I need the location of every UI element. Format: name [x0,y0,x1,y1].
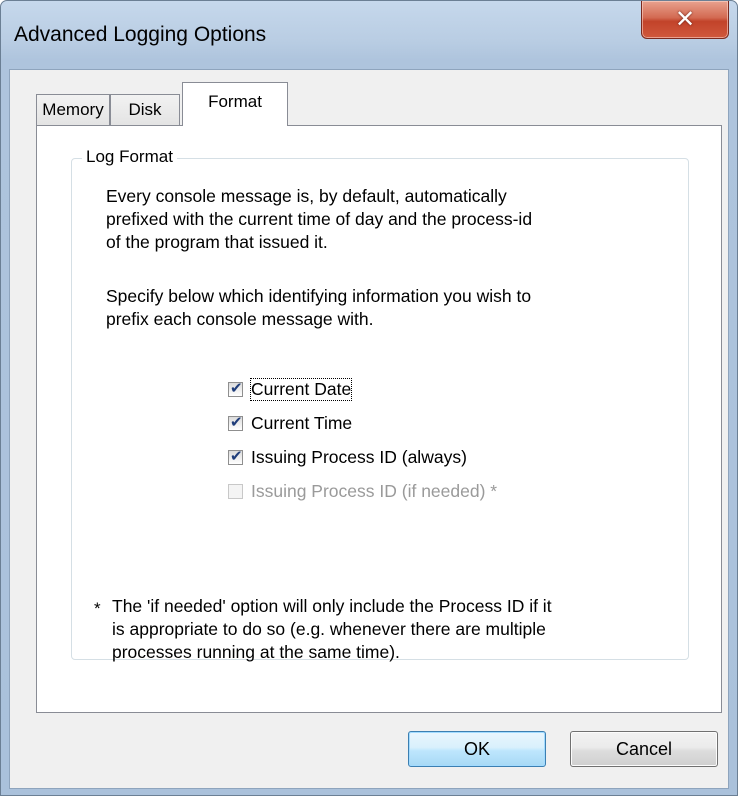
checkmark-icon: ✔ [230,378,243,397]
checkbox-box[interactable]: ✔ [228,412,243,431]
footnote-text: The 'if needed' option will only include… [112,596,552,662]
description-paragraph: Every console message is, by default, au… [106,186,533,252]
tab-format[interactable]: Format [182,82,288,126]
checkmark-icon: ✔ [230,412,243,431]
checkbox-box[interactable] [228,483,243,499]
log-format-group: Log Format Every console message is, by … [71,147,689,662]
close-icon: ✕ [674,5,696,33]
checkbox-label: Issuing Process ID (if needed) * [251,480,498,501]
dialog-window: Advanced Logging Options ✕ Memory Disk F… [0,0,738,796]
group-title: Log Format [82,147,177,167]
checkbox-box[interactable]: ✔ [228,378,243,397]
checkmark-icon: ✔ [230,446,243,465]
checkbox-current-date[interactable]: ✔ Current Date [228,377,353,401]
ok-button[interactable]: OK [408,731,546,767]
dialog-body: Memory Disk Format Log Format Every cons… [9,69,729,789]
checkbox-label: Current Time [251,412,353,433]
footnote-asterisk: * [94,599,101,618]
tab-memory[interactable]: Memory [36,94,110,126]
checkbox-box[interactable]: ✔ [228,446,243,465]
close-button[interactable]: ✕ [641,1,729,39]
cancel-button[interactable]: Cancel [570,731,718,767]
tab-panel-format: Log Format Every console message is, by … [36,125,722,713]
checkbox-current-time[interactable]: ✔ Current Time [228,411,352,435]
window-title: Advanced Logging Options [14,23,267,46]
checkbox-process-id-if-needed[interactable]: Issuing Process ID (if needed) * [228,479,497,503]
checkbox-label: Issuing Process ID (always) [251,446,467,467]
instruction-paragraph: Specify below which identifying informat… [106,286,532,329]
checkbox-label: Current Date [249,377,353,401]
title-bar[interactable]: Advanced Logging Options ✕ [1,1,737,69]
checkbox-process-id-always[interactable]: ✔ Issuing Process ID (always) [228,445,467,469]
tab-disk[interactable]: Disk [110,94,180,126]
